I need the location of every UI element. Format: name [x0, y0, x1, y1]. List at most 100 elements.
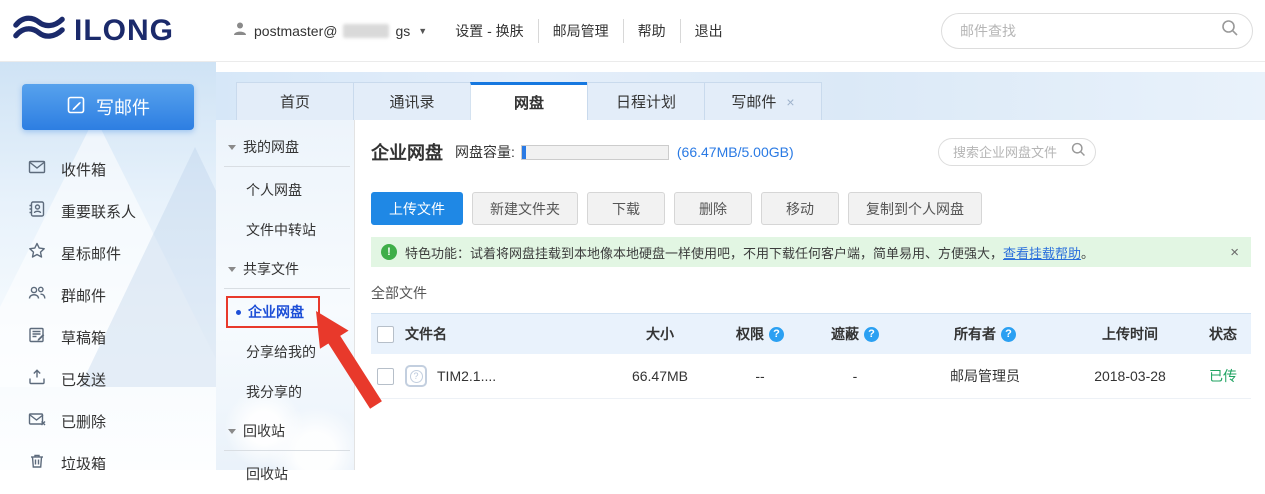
main-content: 企业网盘 网盘容量: (66.47MB/5.00GB) 上传文件 新建文件夹 下… — [355, 120, 1265, 470]
capacity-value: (66.47MB/5.00GB) — [677, 144, 794, 160]
sidebar-item-group-mail[interactable]: 群邮件 — [0, 274, 216, 316]
tab-contacts[interactable]: 通讯录 — [353, 82, 471, 120]
tab-label: 通讯录 — [389, 91, 434, 112]
row-checkbox[interactable] — [377, 368, 394, 385]
toolbar: 上传文件 新建文件夹 下载 删除 移动 复制到个人网盘 — [371, 192, 1251, 225]
close-icon[interactable]: × — [786, 94, 794, 110]
chevron-down-icon: ▼ — [418, 26, 427, 36]
menu-help[interactable]: 帮助 — [623, 19, 680, 43]
nav-section-recycle[interactable]: 回收站 — [216, 412, 354, 448]
disk-search-box[interactable] — [938, 138, 1096, 166]
file-upload-time: 2018-03-28 — [1065, 368, 1195, 384]
compose-mail-button[interactable]: 写邮件 — [22, 84, 194, 130]
logo: ILONG — [0, 0, 216, 61]
table-row[interactable]: ? TIM2.1.... 66.47MB -- - 邮局管理员 2018-03-… — [371, 354, 1251, 399]
nav-section-my-disk[interactable]: 我的网盘 — [216, 128, 354, 164]
deleted-icon — [27, 409, 47, 433]
sent-icon — [27, 367, 47, 391]
notice-text: 特色功能：试着将网盘挂载到本地像本地硬盘一样使用吧，不用下载任何客户端，简单易用… — [405, 243, 1003, 262]
tab-label: 写邮件 — [731, 91, 776, 112]
nav-section-label: 回收站 — [243, 421, 285, 441]
file-name[interactable]: TIM2.1.... — [437, 368, 496, 384]
sidebar-item-starred[interactable]: 星标邮件 — [0, 232, 216, 274]
divider — [224, 288, 350, 289]
tab-compose[interactable]: 写邮件 × — [704, 82, 822, 120]
menu-postoffice-admin[interactable]: 邮局管理 — [538, 19, 623, 43]
file-status: 已传 — [1195, 366, 1251, 386]
wave-logo-icon — [12, 10, 66, 51]
menu-settings-skin[interactable]: 设置 - 换肤 — [441, 19, 537, 43]
logo-text: ILONG — [74, 14, 174, 48]
notice-close-icon[interactable]: × — [1230, 244, 1239, 261]
select-all-checkbox[interactable] — [377, 326, 394, 343]
nav-item-recycle-bin[interactable]: 回收站 — [216, 454, 354, 494]
mail-sidebar: 写邮件 收件箱 重要联系人 星标邮件 群邮件 草稿箱 — [0, 62, 216, 470]
user-name-prefix: postmaster@ — [254, 23, 337, 39]
capacity-label: 网盘容量: — [455, 142, 515, 162]
mount-help-link[interactable]: 查看挂载帮助 — [1003, 243, 1081, 262]
draft-icon — [27, 325, 47, 349]
sidebar-item-sent[interactable]: 已发送 — [0, 358, 216, 400]
nav-item-enterprise-disk[interactable]: 企业网盘 — [216, 292, 354, 332]
compose-label: 写邮件 — [96, 94, 150, 120]
column-size: 大小 — [605, 324, 715, 344]
all-files-label: 全部文件 — [371, 283, 1251, 303]
nav-item-shared-with-me[interactable]: 分享给我的 — [216, 332, 354, 372]
copy-to-personal-disk-button[interactable]: 复制到个人网盘 — [848, 192, 982, 225]
inbox-icon — [27, 157, 47, 181]
disk-search-input[interactable] — [951, 144, 1070, 161]
column-filename: 文件名 — [405, 324, 605, 344]
move-button[interactable]: 移动 — [761, 192, 839, 225]
column-mask: 遮蔽 ? — [805, 324, 905, 344]
mail-folder-list: 收件箱 重要联系人 星标邮件 群邮件 草稿箱 已发送 — [0, 148, 216, 470]
column-owner: 所有者 ? — [905, 324, 1065, 344]
new-folder-button[interactable]: 新建文件夹 — [472, 192, 578, 225]
feature-notice-bar: ! 特色功能：试着将网盘挂载到本地像本地硬盘一样使用吧，不用下载任何客户端，简单… — [371, 237, 1251, 267]
tab-strip: 首页 通讯录 网盘 日程计划 写邮件 × — [216, 62, 1265, 120]
menu-logout[interactable]: 退出 — [680, 19, 737, 43]
file-owner: 邮局管理员 — [905, 366, 1065, 386]
nav-section-label: 我的网盘 — [243, 137, 299, 157]
tab-schedule[interactable]: 日程计划 — [587, 82, 705, 120]
nav-item-file-transfer[interactable]: 文件中转站 — [216, 210, 354, 250]
user-name-suffix: gs — [395, 23, 410, 39]
mail-search-box[interactable] — [941, 13, 1253, 49]
help-icon[interactable]: ? — [864, 327, 879, 342]
tab-label: 网盘 — [514, 92, 544, 113]
sidebar-item-label: 收件箱 — [61, 159, 106, 180]
download-button[interactable]: 下载 — [587, 192, 665, 225]
nav-item-personal-disk[interactable]: 个人网盘 — [216, 170, 354, 210]
compose-pencil-icon — [66, 95, 86, 120]
help-icon[interactable]: ? — [769, 327, 784, 342]
file-size: 66.47MB — [605, 368, 715, 384]
user-name-redacted — [343, 24, 389, 38]
trash-icon — [27, 451, 47, 470]
search-icon[interactable] — [1220, 18, 1240, 43]
info-icon: ! — [381, 244, 397, 260]
nav-item-my-shares[interactable]: 我分享的 — [216, 372, 354, 412]
upload-file-button[interactable]: 上传文件 — [371, 192, 463, 225]
tab-label: 首页 — [280, 91, 310, 112]
sidebar-item-inbox[interactable]: 收件箱 — [0, 148, 216, 190]
tab-label: 日程计划 — [616, 91, 676, 112]
help-icon[interactable]: ? — [1001, 327, 1016, 342]
delete-button[interactable]: 删除 — [674, 192, 752, 225]
sidebar-item-drafts[interactable]: 草稿箱 — [0, 316, 216, 358]
tab-netdisk[interactable]: 网盘 — [470, 82, 588, 120]
capacity-bar — [521, 145, 669, 160]
sidebar-item-deleted[interactable]: 已删除 — [0, 400, 216, 442]
sidebar-item-junk[interactable]: 垃圾箱 — [0, 442, 216, 470]
search-icon[interactable] — [1070, 141, 1087, 163]
nav-section-shared-files[interactable]: 共享文件 — [216, 250, 354, 286]
topbar: ILONG postmaster@ gs ▼ 设置 - 换肤 邮局管理 帮助 退… — [0, 0, 1265, 62]
table-header: 文件名 大小 权限 ? 遮蔽 ? 所有者 ? — [371, 313, 1251, 354]
file-mask: - — [805, 368, 905, 384]
top-menu: 设置 - 换肤 邮局管理 帮助 退出 — [441, 19, 736, 43]
sidebar-item-important-contacts[interactable]: 重要联系人 — [0, 190, 216, 232]
sidebar-item-label: 已发送 — [61, 369, 106, 390]
sidebar-item-label: 已删除 — [61, 411, 106, 432]
tab-home[interactable]: 首页 — [236, 82, 354, 120]
active-bullet-icon — [236, 310, 241, 315]
mail-search-input[interactable] — [958, 22, 1220, 40]
user-menu[interactable]: postmaster@ gs ▼ — [232, 21, 427, 40]
